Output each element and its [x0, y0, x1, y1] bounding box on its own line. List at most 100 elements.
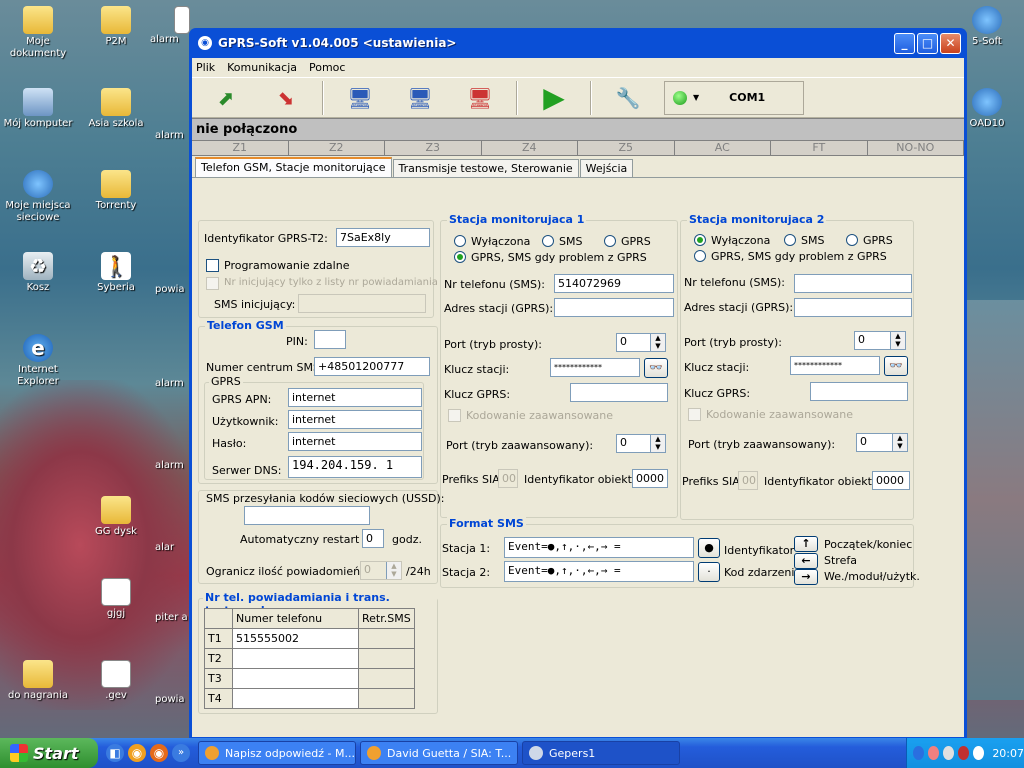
sms-format-st1-input[interactable]: Event=●,↑,·,←,→ =: [504, 537, 694, 558]
desktop-icon-internet-explorer[interactable]: e Internet Explorer: [0, 334, 76, 388]
station1-sia-input[interactable]: 00: [498, 469, 518, 488]
station1-gprs-key-input[interactable]: [570, 383, 668, 402]
station2-sia-input[interactable]: 00: [738, 471, 758, 490]
firefox-icon[interactable]: ◉: [150, 744, 168, 762]
quick-launch-app-icon[interactable]: ◉: [128, 744, 146, 762]
station1-radio-gprs[interactable]: [604, 235, 616, 247]
tray-app-icon[interactable]: [958, 746, 970, 760]
tab-test-transmissions[interactable]: Transmisje testowe, Sterowanie: [392, 159, 579, 177]
desktop-icon-partial-1[interactable]: alarm: [150, 6, 190, 46]
tray-expand-icon[interactable]: [913, 746, 925, 760]
retr-cell[interactable]: [358, 688, 415, 709]
settings-button[interactable]: 🔧: [598, 80, 658, 116]
station2-key-input[interactable]: ************: [790, 356, 880, 375]
phone-cell[interactable]: [232, 648, 359, 669]
desktop-icon-torrenty[interactable]: Torrenty: [78, 170, 154, 212]
desktop-icon-gg-dysk[interactable]: GG dysk: [78, 496, 154, 538]
desktop-icon-gjgj[interactable]: gjgj: [78, 578, 154, 620]
station1-port-spinner[interactable]: 0 ▲ ▼: [616, 333, 666, 352]
station1-radio-off[interactable]: [454, 235, 466, 247]
sms-init-input[interactable]: [298, 294, 426, 313]
tray-app-icon[interactable]: [928, 746, 940, 760]
open-file-button[interactable]: ⬈: [196, 80, 256, 116]
desktop-icon-asia-szkola[interactable]: Asia szkola: [78, 88, 154, 130]
com-port-selector[interactable]: ▼ COM1: [664, 80, 804, 115]
close-button[interactable]: ✕: [940, 32, 961, 54]
insert-zone-button[interactable]: ←: [794, 553, 818, 569]
volume-icon[interactable]: [973, 746, 985, 760]
desktop-icon-recycle-bin[interactable]: ♻ Kosz: [0, 252, 76, 294]
maximize-button[interactable]: □: [917, 32, 938, 54]
insert-event-code-button[interactable]: ·: [698, 562, 720, 582]
station2-gprs-key-input[interactable]: [810, 382, 908, 401]
station2-radio-sms[interactable]: [784, 234, 796, 246]
window-titlebar[interactable]: ◉ GPRS-Soft v1.04.005 <ustawienia> _ □ ✕: [192, 28, 964, 58]
station2-radio-off[interactable]: [694, 234, 706, 246]
phone-cell[interactable]: [232, 668, 359, 689]
station2-radio-gprs[interactable]: [846, 234, 858, 246]
retr-cell[interactable]: [358, 648, 415, 669]
desktop-icon-network[interactable]: Moje miejsca sieciowe: [0, 170, 76, 224]
user-input[interactable]: internet: [288, 410, 422, 429]
phone-cell[interactable]: 515555002: [232, 628, 359, 649]
sms-format-st2-input[interactable]: Event=●,↑,·,←,→ =: [504, 561, 694, 582]
tab-gsm-stations[interactable]: Telefon GSM, Stacje monitorujące: [195, 157, 392, 177]
spinner-arrows-icon[interactable]: ▲ ▼: [650, 435, 665, 452]
spinner-arrows-icon[interactable]: ▲ ▼: [890, 332, 905, 349]
menu-komunikacja[interactable]: Komunikacja: [227, 61, 297, 74]
restart-input[interactable]: 0: [362, 529, 384, 548]
station2-advanced-checkbox[interactable]: [688, 408, 701, 421]
apn-input[interactable]: internet: [288, 388, 422, 407]
insert-start-end-button[interactable]: ↑: [794, 536, 818, 552]
remote-programming-checkbox[interactable]: [206, 259, 219, 272]
station2-address-input[interactable]: [794, 298, 912, 317]
minimize-button[interactable]: _: [894, 32, 915, 54]
init-only-checkbox[interactable]: [206, 277, 219, 290]
station2-adv-port-spinner[interactable]: 0 ▲ ▼: [856, 433, 908, 452]
retr-cell[interactable]: [358, 628, 415, 649]
desktop-icon-gev[interactable]: .gev: [78, 660, 154, 702]
limit-spinner[interactable]: 0 ▲ ▼: [360, 561, 402, 580]
clock[interactable]: 20:07: [992, 747, 1024, 760]
tray-app-icon[interactable]: [943, 746, 955, 760]
desktop-icon-syberia[interactable]: 🚶 Syberia: [78, 252, 154, 294]
insert-identifier-button[interactable]: ●: [698, 538, 720, 558]
read-device-button[interactable]: 🖥: [330, 80, 390, 116]
retr-cell[interactable]: [358, 668, 415, 689]
desktop-icon-do-nagrania[interactable]: do nagrania: [0, 660, 76, 702]
phone-cell[interactable]: [232, 688, 359, 709]
tab-inputs[interactable]: Wejścia: [579, 159, 634, 177]
desktop-icon-my-computer[interactable]: Mój komputer: [0, 88, 76, 130]
station1-radio-both[interactable]: [454, 251, 466, 263]
quick-launch-expand-icon[interactable]: »: [172, 744, 190, 762]
taskbar-item-3[interactable]: Gepers1: [522, 741, 680, 765]
station1-radio-sms[interactable]: [542, 235, 554, 247]
start-button[interactable]: Start: [0, 738, 98, 768]
write-device-button[interactable]: 🖥: [390, 80, 450, 116]
show-desktop-icon[interactable]: ◧: [106, 744, 124, 762]
station1-phone-input[interactable]: 514072969: [554, 274, 674, 293]
station2-radio-both[interactable]: [694, 250, 706, 262]
disconnect-button[interactable]: 🖥: [450, 80, 510, 116]
station1-adv-port-spinner[interactable]: 0 ▲ ▼: [616, 434, 666, 453]
desktop-icon-my-documents[interactable]: Moje dokumenty: [0, 6, 76, 60]
pin-input[interactable]: [314, 330, 346, 349]
ussd-input[interactable]: [244, 506, 370, 525]
station1-address-input[interactable]: [554, 298, 674, 317]
spinner-arrows-icon[interactable]: ▲ ▼: [650, 334, 665, 351]
gprs-id-input[interactable]: 7SaEx8ly: [336, 228, 430, 247]
station1-object-input[interactable]: 0000: [632, 469, 668, 488]
menu-pomoc[interactable]: Pomoc: [309, 61, 345, 74]
smsc-input[interactable]: +48501200777: [314, 357, 430, 376]
station2-port-spinner[interactable]: 0 ▲ ▼: [854, 331, 906, 350]
insert-input-module-button[interactable]: →: [794, 569, 818, 585]
taskbar-item-2[interactable]: David Guetta / SIA: T...: [360, 741, 518, 765]
station1-show-key-button[interactable]: 👓: [644, 358, 668, 378]
save-file-button[interactable]: ⬊: [256, 80, 316, 116]
desktop-icon-p2m[interactable]: P2M: [78, 6, 154, 48]
spinner-arrows-icon[interactable]: ▲ ▼: [386, 562, 401, 579]
dns-input[interactable]: 194.204.159. 1: [288, 456, 422, 478]
station1-key-input[interactable]: ************: [550, 358, 640, 377]
station2-show-key-button[interactable]: 👓: [884, 356, 908, 376]
spinner-arrows-icon[interactable]: ▲ ▼: [892, 434, 907, 451]
